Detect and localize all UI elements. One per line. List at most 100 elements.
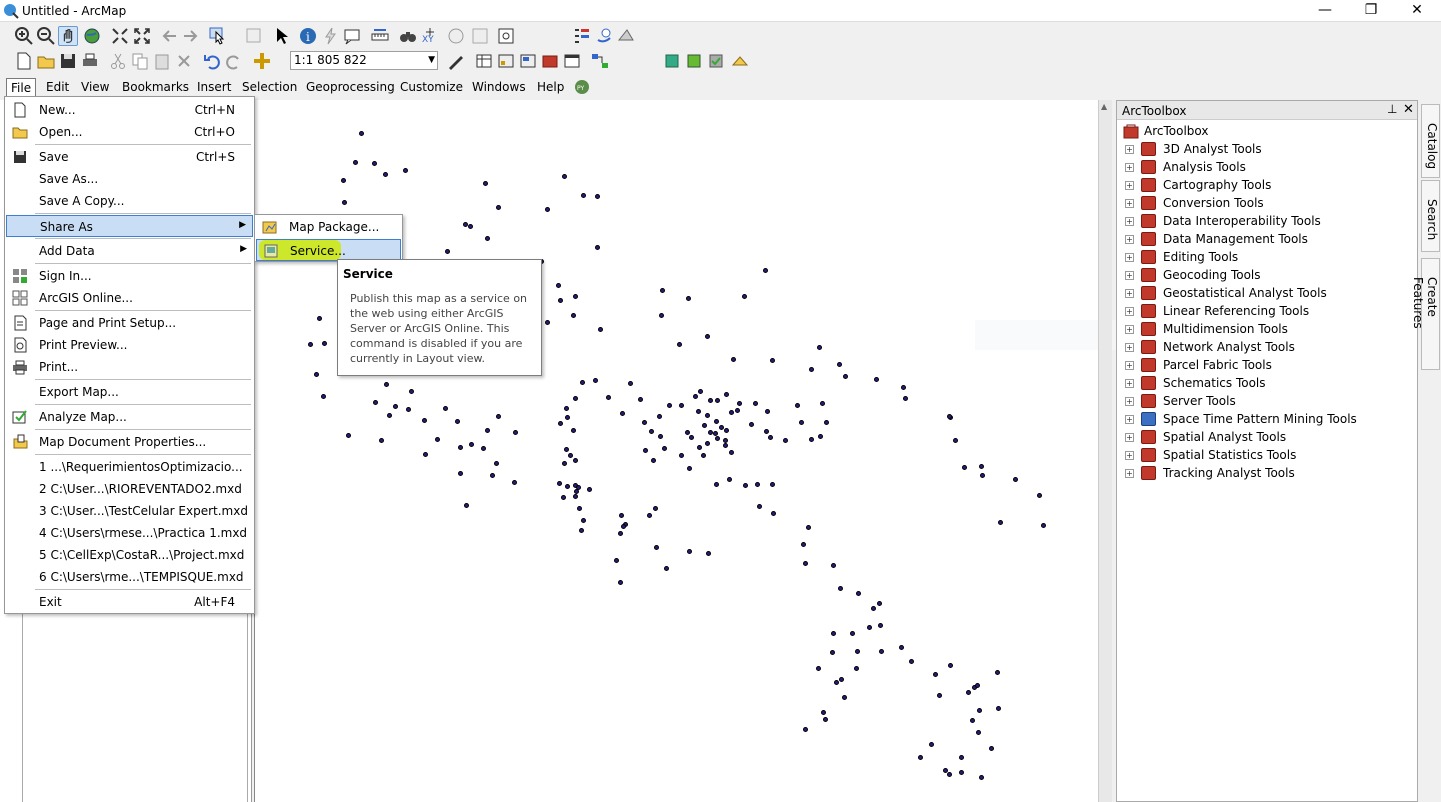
expand-icon[interactable]: + <box>1125 145 1134 154</box>
menu-item-print-preview[interactable]: Print Preview... <box>6 334 253 356</box>
tile-package-icon[interactable] <box>706 51 726 71</box>
open-folder-icon[interactable] <box>36 51 56 71</box>
recent-file-item[interactable]: 4 C:\Users\rmese...\Practica 1.mxd <box>6 522 253 544</box>
menu-help[interactable]: Help <box>533 78 568 97</box>
expand-icon[interactable]: + <box>1125 271 1134 280</box>
menu-edit[interactable]: Edit <box>42 78 73 97</box>
html-popup-icon[interactable] <box>342 26 362 46</box>
menu-item-sign-in[interactable]: Sign In... <box>6 265 253 287</box>
menu-item-analyze-map[interactable]: Analyze Map... <box>6 406 253 428</box>
menu-geoprocessing[interactable]: Geoprocessing <box>302 78 399 97</box>
paste-icon[interactable] <box>152 51 172 71</box>
delete-icon[interactable] <box>174 51 194 71</box>
python-icon[interactable]: PY <box>574 79 590 95</box>
menu-file[interactable]: File <box>6 78 37 97</box>
menu-item-print[interactable]: Print... <box>6 356 253 378</box>
redo-icon[interactable] <box>224 51 244 71</box>
map-vertical-scrollbar[interactable]: ▲ <box>1098 100 1112 802</box>
upload-map-icon[interactable] <box>662 51 682 71</box>
model-builder-icon[interactable] <box>590 51 610 71</box>
swipe-icon[interactable] <box>470 26 490 46</box>
recent-file-item[interactable]: 2 C:\User...\RIOREVENTADO2.mxd <box>6 478 253 500</box>
menu-item-exit[interactable]: Exit Alt+F4 <box>6 591 253 613</box>
menu-selection[interactable]: Selection <box>238 78 301 97</box>
forward-arrow-icon[interactable] <box>180 26 200 46</box>
expand-icon[interactable]: + <box>1125 217 1134 226</box>
clear-selection-icon[interactable] <box>244 26 264 46</box>
menu-item-map-package[interactable]: Map Package... <box>256 216 401 238</box>
back-arrow-icon[interactable] <box>160 26 180 46</box>
menu-item-new[interactable]: New... Ctrl+N <box>6 99 253 121</box>
expand-icon[interactable]: + <box>1125 235 1134 244</box>
scroll-up-icon[interactable]: ▲ <box>1101 102 1107 111</box>
expand-icon[interactable]: + <box>1125 199 1134 208</box>
recent-file-item[interactable]: 3 C:\User...\TestCelular Expert.mxd <box>6 500 253 522</box>
select-elements-icon[interactable] <box>272 26 292 46</box>
menu-item-add-data[interactable]: Add Data ▶ <box>6 240 253 262</box>
catalog-tab[interactable]: Catalog <box>1421 104 1440 178</box>
print-icon[interactable] <box>80 51 100 71</box>
fixed-zoom-out-icon[interactable] <box>132 26 152 46</box>
chevron-down-icon[interactable]: ▼ <box>428 52 435 69</box>
viewer-window-icon[interactable] <box>496 26 516 46</box>
minimize-button[interactable]: — <box>1302 0 1348 22</box>
menu-insert[interactable]: Insert <box>193 78 235 97</box>
expand-icon[interactable]: + <box>1125 163 1134 172</box>
fixed-zoom-in-icon[interactable] <box>110 26 130 46</box>
menu-windows[interactable]: Windows <box>468 78 530 97</box>
recent-file-item[interactable]: 5 C:\CellExp\CostaR...\Project.mxd <box>6 544 253 566</box>
map-scale-combobox[interactable]: 1:1 805 822 ▼ <box>290 51 438 70</box>
time-slider-icon[interactable] <box>446 26 466 46</box>
expand-icon[interactable]: + <box>1125 451 1134 460</box>
menu-item-service[interactable]: Service... <box>256 239 401 261</box>
copy-icon[interactable] <box>130 51 150 71</box>
menu-item-share-as[interactable]: Share As ▶ <box>6 215 253 237</box>
cut-icon[interactable] <box>108 51 128 71</box>
menu-item-save-as[interactable]: Save As... <box>6 168 253 190</box>
toolbox-red-icon[interactable] <box>540 51 560 71</box>
recent-file-item[interactable]: 6 C:\Users\rme...\TEMPISQUE.mxd <box>6 566 253 588</box>
pin-icon[interactable]: ⊥ <box>1387 102 1397 116</box>
python-window-icon[interactable] <box>562 51 582 71</box>
expand-icon[interactable]: + <box>1125 469 1134 478</box>
expand-icon[interactable]: + <box>1125 343 1134 352</box>
expand-icon[interactable]: + <box>1125 253 1134 262</box>
menu-item-export-map[interactable]: Export Map... <box>6 381 253 403</box>
editor-toolbar-icon[interactable] <box>446 51 466 71</box>
expand-icon[interactable]: + <box>1125 325 1134 334</box>
go-to-xy-icon[interactable]: XY <box>420 26 440 46</box>
package-icon[interactable] <box>684 51 704 71</box>
menu-customize[interactable]: Customize <box>396 78 467 97</box>
find-icon[interactable] <box>398 26 418 46</box>
search-window-icon[interactable] <box>518 51 538 71</box>
save-icon[interactable] <box>58 51 78 71</box>
undo-icon[interactable] <box>202 51 222 71</box>
layer-package-icon[interactable] <box>730 51 750 71</box>
add-data-icon[interactable] <box>252 51 272 71</box>
table-of-contents-icon[interactable] <box>572 26 592 46</box>
expand-icon[interactable]: + <box>1125 415 1134 424</box>
close-button[interactable]: ✕ <box>1394 0 1440 22</box>
zoom-out-icon[interactable] <box>36 26 56 46</box>
menu-item-open[interactable]: Open... Ctrl+O <box>6 121 253 143</box>
measure-icon[interactable] <box>370 26 390 46</box>
expand-icon[interactable]: + <box>1125 181 1134 190</box>
close-icon[interactable]: ✕ <box>1403 102 1414 117</box>
menu-item-doc-properties[interactable]: Map Document Properties... <box>6 431 253 453</box>
new-document-icon[interactable] <box>14 51 34 71</box>
recent-file-item[interactable]: 1 ...\RequerimientosOptimizacio... <box>6 456 253 478</box>
create-features-tab[interactable]: Create Features <box>1411 258 1440 370</box>
catalog-icon[interactable] <box>496 51 516 71</box>
select-features-icon[interactable] <box>208 26 228 46</box>
search-tab[interactable]: Search <box>1421 180 1440 252</box>
menu-bookmarks[interactable]: Bookmarks <box>118 78 193 97</box>
maximize-button[interactable]: ❐ <box>1348 0 1394 22</box>
menu-item-page-print-setup[interactable]: Page and Print Setup... <box>6 312 253 334</box>
expand-icon[interactable]: + <box>1125 397 1134 406</box>
menu-item-arcgis-online[interactable]: ArcGIS Online... <box>6 287 253 309</box>
expand-icon[interactable]: + <box>1125 361 1134 370</box>
zoom-in-icon[interactable] <box>14 26 34 46</box>
arctoolbox-window-icon[interactable] <box>616 26 636 46</box>
table-icon[interactable] <box>474 51 494 71</box>
expand-icon[interactable]: + <box>1125 379 1134 388</box>
